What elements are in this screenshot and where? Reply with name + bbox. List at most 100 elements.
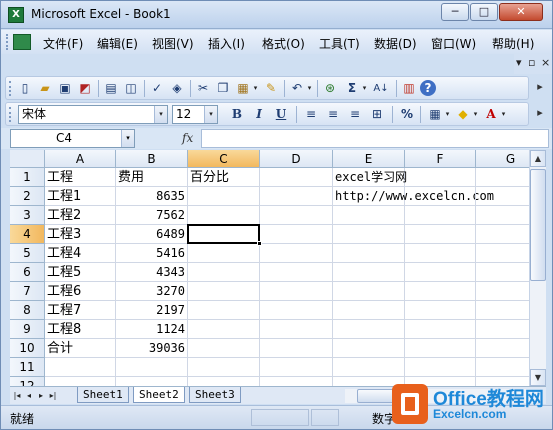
cell-c1[interactable]: 百分比 — [188, 168, 260, 187]
menu-file[interactable]: 文件(F) — [43, 35, 83, 52]
cell-e8[interactable] — [333, 301, 405, 320]
cell-e6[interactable] — [333, 263, 405, 282]
italic-button[interactable]: I — [250, 106, 268, 123]
worksheet-grid[interactable]: A B C D E F G 1 工程 费用 百分比 excel学习网 2 工程1 8635 http://ww… — [10, 150, 529, 386]
column-header-d[interactable]: D — [260, 150, 333, 168]
fill-handle[interactable] — [257, 241, 262, 246]
minimize-button[interactable]: ─ — [441, 3, 469, 21]
cell-f3[interactable] — [405, 206, 476, 225]
chart-wizard-icon[interactable]: ▥ — [400, 80, 418, 97]
cell-b12[interactable] — [116, 377, 188, 386]
cell-d8[interactable] — [260, 301, 333, 320]
menu-view[interactable]: 视图(V) — [152, 35, 194, 52]
cell-b10[interactable]: 39036 — [116, 339, 188, 358]
cell-d1[interactable] — [260, 168, 333, 187]
cell-d5[interactable] — [260, 244, 333, 263]
next-sheet-icon[interactable]: ▸ — [36, 388, 46, 403]
fill-color-dropdown-icon[interactable]: ▾ — [472, 106, 479, 123]
cell-d11[interactable] — [260, 358, 333, 377]
menu-window[interactable]: 窗口(W) — [431, 35, 476, 52]
cell-a2[interactable]: 工程1 — [45, 187, 116, 206]
cell-e5[interactable] — [333, 244, 405, 263]
cell-b11[interactable] — [116, 358, 188, 377]
cell-e7[interactable] — [333, 282, 405, 301]
print-icon[interactable]: ▤ — [102, 80, 120, 97]
cell-b3[interactable]: 7562 — [116, 206, 188, 225]
open-icon[interactable]: ▰ — [36, 80, 54, 97]
cell-d10[interactable] — [260, 339, 333, 358]
merge-center-icon[interactable]: ⊞ — [368, 106, 386, 123]
cell-c9[interactable] — [188, 320, 260, 339]
sheet-tab-sheet1[interactable]: Sheet1 — [77, 387, 129, 403]
toolbar-grip[interactable] — [9, 107, 12, 122]
formula-input[interactable] — [201, 129, 549, 148]
cell-g7[interactable] — [476, 282, 529, 301]
cell-g3[interactable] — [476, 206, 529, 225]
align-center-icon[interactable]: ≡ — [324, 106, 342, 123]
cell-b8[interactable]: 2197 — [116, 301, 188, 320]
cell-a7[interactable]: 工程6 — [45, 282, 116, 301]
row-header-2[interactable]: 2 — [10, 187, 45, 206]
row-header-4[interactable]: 4 — [10, 225, 45, 244]
cell-b2[interactable]: 8635 — [116, 187, 188, 206]
cell-c5[interactable] — [188, 244, 260, 263]
cell-d7[interactable] — [260, 282, 333, 301]
format-painter-icon[interactable]: ✎ — [262, 80, 280, 97]
cell-a8[interactable]: 工程7 — [45, 301, 116, 320]
doc-close-icon[interactable]: × — [541, 56, 550, 69]
name-box[interactable]: C4 ▾ — [10, 129, 135, 148]
cell-e4[interactable] — [333, 225, 405, 244]
toolbar-options-icon[interactable]: ▸ — [531, 102, 549, 126]
cell-g9[interactable] — [476, 320, 529, 339]
cell-a10[interactable]: 合计 — [45, 339, 116, 358]
copy-icon[interactable]: ❐ — [214, 80, 232, 97]
cell-d12[interactable] — [260, 377, 333, 386]
cell-b1[interactable]: 费用 — [116, 168, 188, 187]
cell-b6[interactable]: 4343 — [116, 263, 188, 282]
autosum-dropdown-icon[interactable]: ▾ — [361, 80, 368, 97]
column-header-f[interactable]: F — [405, 150, 476, 168]
row-header-10[interactable]: 10 — [10, 339, 45, 358]
cell-d3[interactable] — [260, 206, 333, 225]
research-icon[interactable]: ◈ — [168, 80, 186, 97]
menu-edit[interactable]: 编辑(E) — [97, 35, 138, 52]
cell-c7[interactable] — [188, 282, 260, 301]
font-name-select[interactable]: 宋体 ▾ — [18, 105, 168, 124]
cell-d9[interactable] — [260, 320, 333, 339]
bold-button[interactable]: B — [228, 106, 246, 123]
cut-icon[interactable]: ✂ — [194, 80, 212, 97]
underline-button[interactable]: U — [272, 106, 290, 123]
print-preview-icon[interactable]: ◫ — [122, 80, 140, 97]
cell-c6[interactable] — [188, 263, 260, 282]
cell-b4[interactable]: 6489 — [116, 225, 188, 244]
cell-f7[interactable] — [405, 282, 476, 301]
row-header-12[interactable]: 12 — [10, 377, 45, 386]
cell-c2[interactable] — [188, 187, 260, 206]
cell-d4[interactable] — [260, 225, 333, 244]
cell-f10[interactable] — [405, 339, 476, 358]
cell-f11[interactable] — [405, 358, 476, 377]
cell-f1[interactable] — [405, 168, 476, 187]
cell-c11[interactable] — [188, 358, 260, 377]
scroll-up-icon[interactable]: ▲ — [530, 150, 546, 167]
font-size-select[interactable]: 12 ▾ — [172, 105, 218, 124]
permission-icon[interactable]: ◩ — [76, 80, 94, 97]
toolbar-options-icon[interactable]: ▸ — [531, 76, 549, 100]
cell-g5[interactable] — [476, 244, 529, 263]
row-header-7[interactable]: 7 — [10, 282, 45, 301]
chevron-down-icon[interactable]: ▾ — [204, 106, 217, 123]
help-icon[interactable]: ? — [420, 80, 436, 96]
sheet-tab-sheet2[interactable]: Sheet2 — [133, 387, 185, 403]
cell-c10[interactable] — [188, 339, 260, 358]
menu-help[interactable]: 帮助(H) — [492, 35, 534, 52]
save-icon[interactable]: ▣ — [56, 80, 74, 97]
cell-a5[interactable]: 工程4 — [45, 244, 116, 263]
cell-f2[interactable] — [405, 187, 476, 206]
cell-a11[interactable] — [45, 358, 116, 377]
sort-ascending-icon[interactable]: A↓ — [370, 80, 392, 97]
cell-d6[interactable] — [260, 263, 333, 282]
column-header-e[interactable]: E — [333, 150, 405, 168]
cell-a4[interactable]: 工程3 — [45, 225, 116, 244]
autosum-icon[interactable]: Σ — [343, 80, 361, 97]
undo-icon[interactable]: ↶ — [288, 80, 306, 97]
